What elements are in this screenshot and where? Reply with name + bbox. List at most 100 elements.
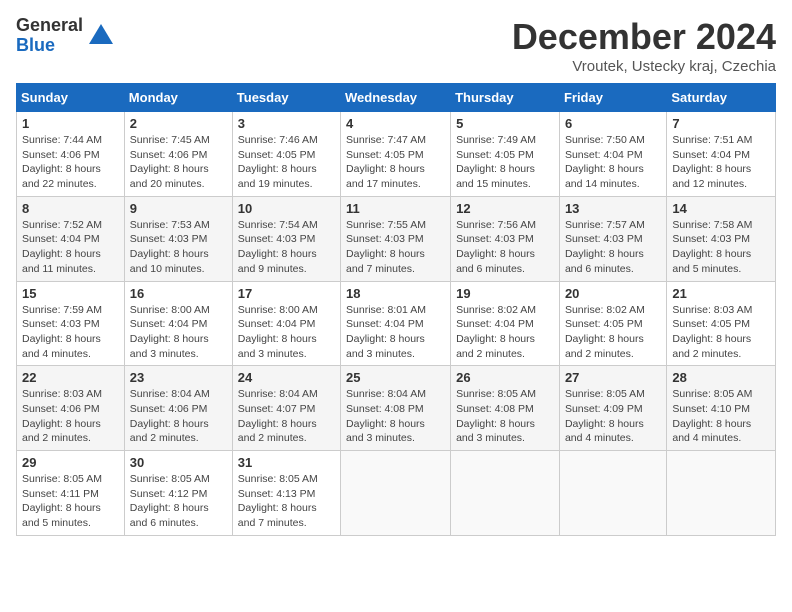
- calendar-cell: 4 Sunrise: 7:47 AMSunset: 4:05 PMDayligh…: [341, 112, 451, 197]
- day-detail: Sunrise: 7:46 AMSunset: 4:05 PMDaylight:…: [238, 134, 318, 190]
- day-number: 29: [22, 455, 119, 470]
- day-detail: Sunrise: 7:58 AMSunset: 4:03 PMDaylight:…: [672, 219, 752, 275]
- calendar-cell: 27 Sunrise: 8:05 AMSunset: 4:09 PMDaylig…: [559, 366, 666, 451]
- day-detail: Sunrise: 7:53 AMSunset: 4:03 PMDaylight:…: [130, 219, 210, 275]
- month-title: December 2024: [512, 16, 776, 58]
- header-monday: Monday: [124, 84, 232, 112]
- calendar-cell: [559, 451, 666, 536]
- header: General Blue December 2024 Vroutek, Uste…: [16, 16, 776, 75]
- day-detail: Sunrise: 8:02 AMSunset: 4:04 PMDaylight:…: [456, 304, 536, 360]
- day-number: 26: [456, 370, 554, 385]
- header-sunday: Sunday: [17, 84, 125, 112]
- calendar-cell: 11 Sunrise: 7:55 AMSunset: 4:03 PMDaylig…: [341, 196, 451, 281]
- calendar-cell: 21 Sunrise: 8:03 AMSunset: 4:05 PMDaylig…: [667, 281, 776, 366]
- day-detail: Sunrise: 8:04 AMSunset: 4:06 PMDaylight:…: [130, 388, 210, 444]
- calendar-cell: 6 Sunrise: 7:50 AMSunset: 4:04 PMDayligh…: [559, 112, 666, 197]
- day-number: 9: [130, 201, 227, 216]
- calendar-cell: 9 Sunrise: 7:53 AMSunset: 4:03 PMDayligh…: [124, 196, 232, 281]
- calendar-cell: 10 Sunrise: 7:54 AMSunset: 4:03 PMDaylig…: [232, 196, 340, 281]
- day-number: 30: [130, 455, 227, 470]
- calendar-cell: 3 Sunrise: 7:46 AMSunset: 4:05 PMDayligh…: [232, 112, 340, 197]
- calendar-cell: 23 Sunrise: 8:04 AMSunset: 4:06 PMDaylig…: [124, 366, 232, 451]
- calendar-cell: 7 Sunrise: 7:51 AMSunset: 4:04 PMDayligh…: [667, 112, 776, 197]
- calendar-cell: 26 Sunrise: 8:05 AMSunset: 4:08 PMDaylig…: [451, 366, 560, 451]
- day-number: 21: [672, 286, 770, 301]
- calendar-cell: 8 Sunrise: 7:52 AMSunset: 4:04 PMDayligh…: [17, 196, 125, 281]
- day-number: 6: [565, 116, 661, 131]
- day-number: 27: [565, 370, 661, 385]
- day-detail: Sunrise: 8:04 AMSunset: 4:07 PMDaylight:…: [238, 388, 318, 444]
- day-number: 5: [456, 116, 554, 131]
- day-detail: Sunrise: 7:49 AMSunset: 4:05 PMDaylight:…: [456, 134, 536, 190]
- day-detail: Sunrise: 7:51 AMSunset: 4:04 PMDaylight:…: [672, 134, 752, 190]
- calendar-header-row: SundayMondayTuesdayWednesdayThursdayFrid…: [17, 84, 776, 112]
- day-detail: Sunrise: 8:05 AMSunset: 4:12 PMDaylight:…: [130, 473, 210, 529]
- day-number: 12: [456, 201, 554, 216]
- day-number: 3: [238, 116, 335, 131]
- day-detail: Sunrise: 8:00 AMSunset: 4:04 PMDaylight:…: [130, 304, 210, 360]
- calendar-cell: 22 Sunrise: 8:03 AMSunset: 4:06 PMDaylig…: [17, 366, 125, 451]
- day-number: 11: [346, 201, 445, 216]
- day-number: 1: [22, 116, 119, 131]
- calendar-cell: 19 Sunrise: 8:02 AMSunset: 4:04 PMDaylig…: [451, 281, 560, 366]
- day-detail: Sunrise: 7:50 AMSunset: 4:04 PMDaylight:…: [565, 134, 645, 190]
- day-number: 23: [130, 370, 227, 385]
- title-area: December 2024 Vroutek, Ustecky kraj, Cze…: [512, 16, 776, 75]
- day-detail: Sunrise: 7:57 AMSunset: 4:03 PMDaylight:…: [565, 219, 645, 275]
- calendar-cell: 25 Sunrise: 8:04 AMSunset: 4:08 PMDaylig…: [341, 366, 451, 451]
- day-number: 13: [565, 201, 661, 216]
- calendar-cell: [451, 451, 560, 536]
- logo: General Blue: [16, 16, 115, 56]
- day-detail: Sunrise: 8:05 AMSunset: 4:08 PMDaylight:…: [456, 388, 536, 444]
- header-thursday: Thursday: [451, 84, 560, 112]
- day-detail: Sunrise: 8:04 AMSunset: 4:08 PMDaylight:…: [346, 388, 426, 444]
- day-number: 22: [22, 370, 119, 385]
- day-detail: Sunrise: 7:44 AMSunset: 4:06 PMDaylight:…: [22, 134, 102, 190]
- calendar-cell: [667, 451, 776, 536]
- day-detail: Sunrise: 7:59 AMSunset: 4:03 PMDaylight:…: [22, 304, 102, 360]
- calendar-cell: 13 Sunrise: 7:57 AMSunset: 4:03 PMDaylig…: [559, 196, 666, 281]
- day-detail: Sunrise: 8:03 AMSunset: 4:05 PMDaylight:…: [672, 304, 752, 360]
- day-detail: Sunrise: 7:54 AMSunset: 4:03 PMDaylight:…: [238, 219, 318, 275]
- day-detail: Sunrise: 7:56 AMSunset: 4:03 PMDaylight:…: [456, 219, 536, 275]
- header-saturday: Saturday: [667, 84, 776, 112]
- week-row-4: 22 Sunrise: 8:03 AMSunset: 4:06 PMDaylig…: [17, 366, 776, 451]
- day-number: 16: [130, 286, 227, 301]
- calendar-cell: 16 Sunrise: 8:00 AMSunset: 4:04 PMDaylig…: [124, 281, 232, 366]
- calendar-cell: 28 Sunrise: 8:05 AMSunset: 4:10 PMDaylig…: [667, 366, 776, 451]
- day-detail: Sunrise: 8:03 AMSunset: 4:06 PMDaylight:…: [22, 388, 102, 444]
- day-detail: Sunrise: 7:45 AMSunset: 4:06 PMDaylight:…: [130, 134, 210, 190]
- day-detail: Sunrise: 8:02 AMSunset: 4:05 PMDaylight:…: [565, 304, 645, 360]
- calendar-cell: 30 Sunrise: 8:05 AMSunset: 4:12 PMDaylig…: [124, 451, 232, 536]
- calendar-cell: 1 Sunrise: 7:44 AMSunset: 4:06 PMDayligh…: [17, 112, 125, 197]
- day-number: 25: [346, 370, 445, 385]
- day-detail: Sunrise: 8:05 AMSunset: 4:13 PMDaylight:…: [238, 473, 318, 529]
- day-number: 17: [238, 286, 335, 301]
- calendar-cell: 31 Sunrise: 8:05 AMSunset: 4:13 PMDaylig…: [232, 451, 340, 536]
- day-number: 28: [672, 370, 770, 385]
- calendar-cell: 29 Sunrise: 8:05 AMSunset: 4:11 PMDaylig…: [17, 451, 125, 536]
- calendar-cell: 17 Sunrise: 8:00 AMSunset: 4:04 PMDaylig…: [232, 281, 340, 366]
- day-number: 8: [22, 201, 119, 216]
- day-detail: Sunrise: 8:05 AMSunset: 4:11 PMDaylight:…: [22, 473, 102, 529]
- day-detail: Sunrise: 7:47 AMSunset: 4:05 PMDaylight:…: [346, 134, 426, 190]
- logo-general-text: General: [16, 16, 83, 36]
- day-number: 10: [238, 201, 335, 216]
- calendar-cell: 24 Sunrise: 8:04 AMSunset: 4:07 PMDaylig…: [232, 366, 340, 451]
- day-detail: Sunrise: 8:05 AMSunset: 4:10 PMDaylight:…: [672, 388, 752, 444]
- header-wednesday: Wednesday: [341, 84, 451, 112]
- day-number: 24: [238, 370, 335, 385]
- logo-icon: [87, 22, 115, 50]
- calendar-cell: 20 Sunrise: 8:02 AMSunset: 4:05 PMDaylig…: [559, 281, 666, 366]
- day-number: 2: [130, 116, 227, 131]
- day-number: 15: [22, 286, 119, 301]
- location-title: Vroutek, Ustecky kraj, Czechia: [512, 58, 776, 75]
- week-row-3: 15 Sunrise: 7:59 AMSunset: 4:03 PMDaylig…: [17, 281, 776, 366]
- day-number: 31: [238, 455, 335, 470]
- week-row-2: 8 Sunrise: 7:52 AMSunset: 4:04 PMDayligh…: [17, 196, 776, 281]
- calendar-cell: 15 Sunrise: 7:59 AMSunset: 4:03 PMDaylig…: [17, 281, 125, 366]
- calendar-cell: 18 Sunrise: 8:01 AMSunset: 4:04 PMDaylig…: [341, 281, 451, 366]
- calendar-cell: 14 Sunrise: 7:58 AMSunset: 4:03 PMDaylig…: [667, 196, 776, 281]
- day-number: 19: [456, 286, 554, 301]
- day-detail: Sunrise: 8:00 AMSunset: 4:04 PMDaylight:…: [238, 304, 318, 360]
